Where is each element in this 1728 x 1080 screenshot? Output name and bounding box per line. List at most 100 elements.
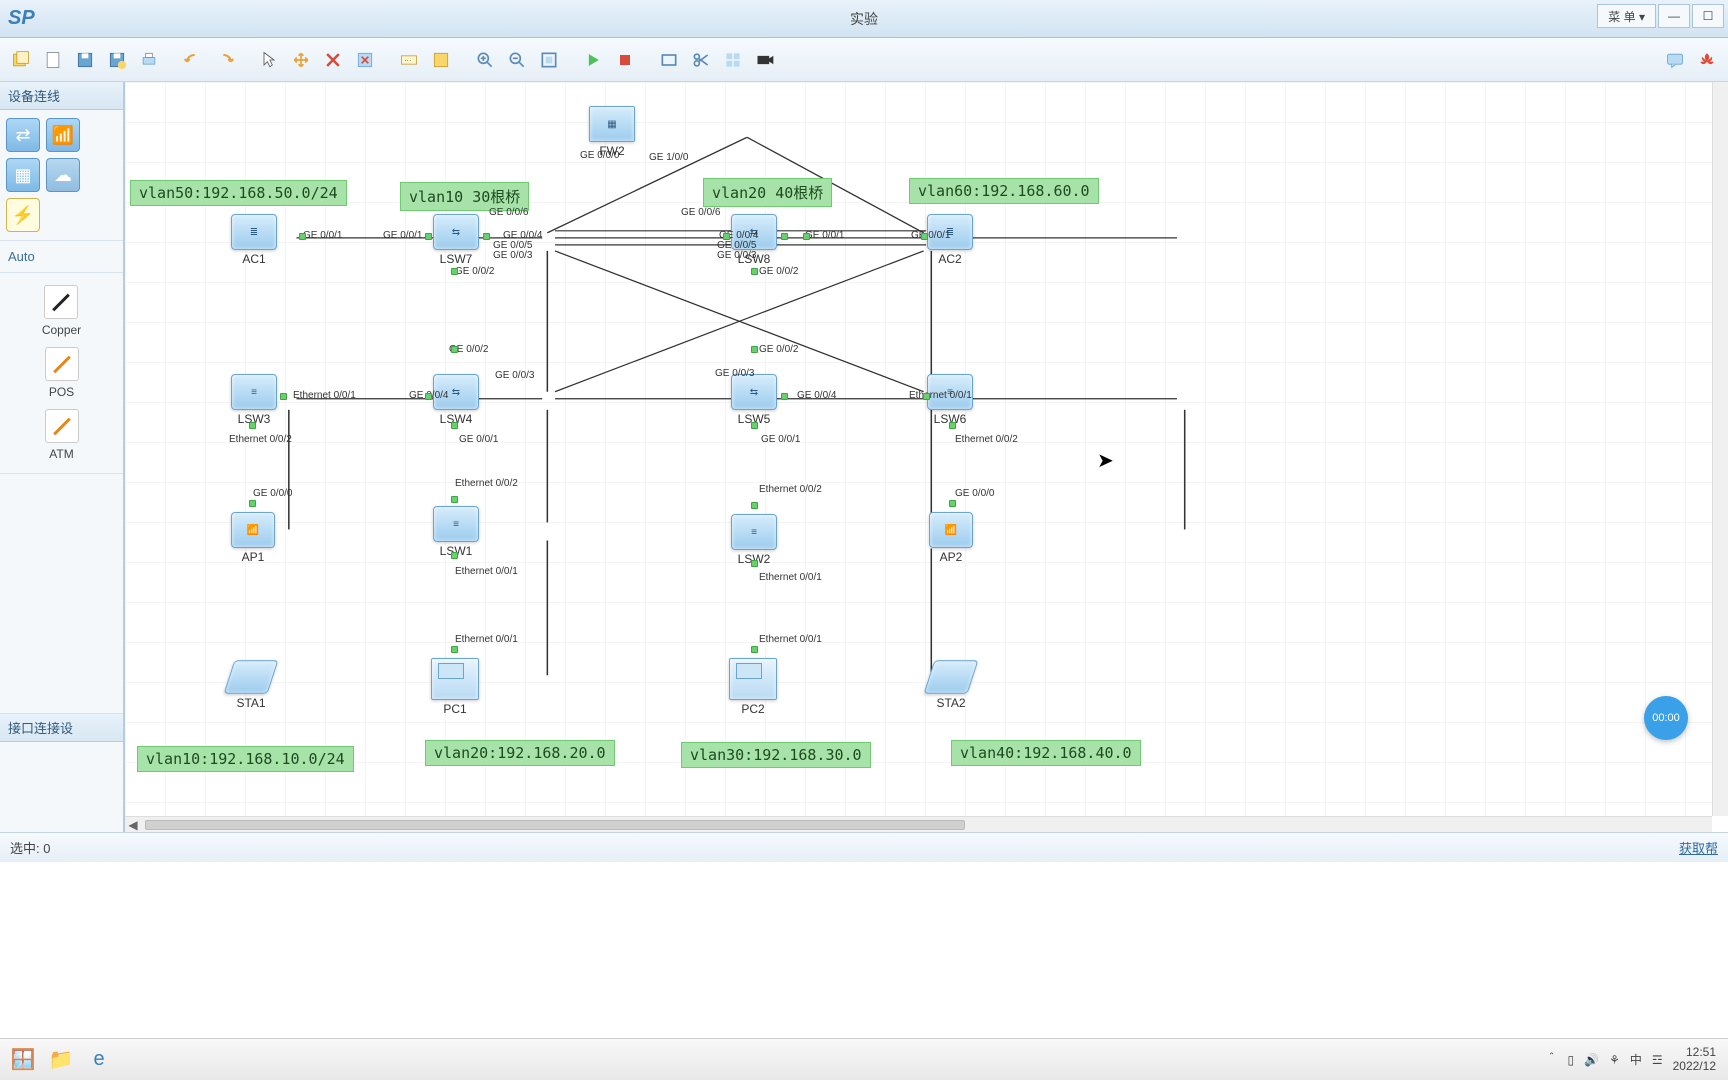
port-label: GE 0/0/1 <box>761 434 800 445</box>
statusbar-help-link[interactable]: 获取帮 <box>1679 838 1718 857</box>
taskbar-clock[interactable]: 12:51 2022/12 <box>1673 1046 1722 1072</box>
note-vlan50[interactable]: vlan50:192.168.50.0/24 <box>130 180 347 206</box>
note-vlan10[interactable]: vlan10:192.168.10.0/24 <box>137 746 354 772</box>
sidebar-panel-title: 设备连线 <box>0 82 123 110</box>
delete-icon[interactable] <box>318 45 348 75</box>
note-vlan40[interactable]: vlan40:192.168.40.0 <box>951 740 1141 766</box>
firewall-category-icon[interactable]: ▦ <box>6 158 40 192</box>
clear-icon[interactable] <box>350 45 380 75</box>
port-label: GE 0/0/1 <box>805 230 844 241</box>
zoomin-icon[interactable] <box>470 45 500 75</box>
cable-pos-label: POS <box>49 385 74 399</box>
palette-icon[interactable] <box>426 45 456 75</box>
node-ac1[interactable]: ≣AC1 <box>231 214 277 266</box>
cable-atm-label: ATM <box>49 447 73 461</box>
port-label: GE 0/0/1 <box>459 434 498 445</box>
node-lsw3[interactable]: ≡LSW3 <box>231 374 277 426</box>
taskbar-app3-icon[interactable]: e <box>82 1043 116 1077</box>
grid-icon[interactable] <box>718 45 748 75</box>
sidebar-bottom-title: 接口连接设 <box>0 714 123 742</box>
cam-icon[interactable] <box>750 45 780 75</box>
port-label: GE 0/0/1 <box>383 230 422 241</box>
window-controls: 菜 单 ▾ — ☐ <box>1597 4 1724 28</box>
scissors-icon[interactable] <box>686 45 716 75</box>
sidebar: 设备连线 ⇄ 📶 ▦ ☁ ⚡ Auto Copper POS ATM 接 <box>0 82 125 832</box>
maximize-button[interactable]: ☐ <box>1692 4 1724 28</box>
auto-select[interactable]: Auto <box>0 240 123 272</box>
tray-network-icon[interactable]: ▯ <box>1568 1053 1575 1067</box>
pan-icon[interactable] <box>286 45 316 75</box>
node-lsw1[interactable]: ≡LSW1 <box>433 506 479 558</box>
saveas-icon[interactable] <box>102 45 132 75</box>
port-label: GE 0/0/0 <box>253 488 292 499</box>
new-file-icon[interactable] <box>38 45 68 75</box>
note-vlan30[interactable]: vlan30:192.168.30.0 <box>681 742 871 768</box>
svg-text:···: ··· <box>404 55 412 64</box>
vertical-scrollbar[interactable] <box>1712 82 1728 816</box>
node-lsw7[interactable]: ⇆LSW7 <box>433 214 479 266</box>
node-pc2[interactable]: PC2 <box>729 658 777 716</box>
scroll-left-arrow[interactable]: ◀ <box>125 818 141 832</box>
wlan-category-icon[interactable]: 📶 <box>46 118 80 152</box>
zoomout-icon[interactable] <box>502 45 532 75</box>
cable-copper-icon <box>44 285 78 319</box>
new-topo-icon[interactable] <box>6 45 36 75</box>
port-label: Ethernet 0/0/2 <box>759 484 822 495</box>
tray-ime[interactable]: 中 <box>1630 1051 1642 1068</box>
text-icon[interactable]: ··· <box>394 45 424 75</box>
undo-icon[interactable] <box>178 45 208 75</box>
tray-chevron-icon[interactable]: ＾ <box>1545 1051 1557 1068</box>
cable-list: Copper POS ATM <box>0 272 123 473</box>
node-ap1[interactable]: 📶AP1 <box>231 512 275 564</box>
tray-kb-icon[interactable]: ☲ <box>1652 1053 1663 1067</box>
main-area: 设备连线 ⇄ 📶 ▦ ☁ ⚡ Auto Copper POS ATM 接 <box>0 82 1728 832</box>
tray-volume-icon[interactable]: 🔊 <box>1584 1053 1599 1067</box>
port-label: GE 0/0/4 <box>797 390 836 401</box>
port-label: GE 0/0/3 <box>715 368 754 379</box>
chat-icon[interactable] <box>1660 45 1690 75</box>
topology-canvas[interactable]: vlan50:192.168.50.0/24 vlan10 30根桥 vlan2… <box>125 82 1712 816</box>
start-icon[interactable] <box>578 45 608 75</box>
device-category-grid: ⇄ 📶 ▦ ☁ ⚡ <box>0 110 123 240</box>
save-icon[interactable] <box>70 45 100 75</box>
tray-wifi-icon[interactable]: ⚘ <box>1609 1053 1620 1067</box>
port-label: GE 0/0/3 <box>493 250 532 261</box>
print-icon[interactable] <box>134 45 164 75</box>
node-pc1[interactable]: PC1 <box>431 658 479 716</box>
pointer-icon[interactable] <box>254 45 284 75</box>
redo-icon[interactable] <box>210 45 240 75</box>
router-category-icon[interactable]: ⇄ <box>6 118 40 152</box>
system-tray: ＾ ▯ 🔊 ⚘ 中 ☲ 12:51 2022/12 <box>1545 1046 1722 1072</box>
node-sta1[interactable]: STA1 <box>229 660 273 710</box>
cable-pos[interactable]: POS <box>41 343 83 403</box>
taskbar-app1-icon[interactable]: 🪟 <box>6 1043 40 1077</box>
statusbar: 选中: 0 获取帮 <box>0 832 1728 862</box>
cable-copper[interactable]: Copper <box>38 281 85 341</box>
taskbar-app2-icon[interactable]: 📁 <box>44 1043 78 1077</box>
cable-atm-icon <box>45 409 79 443</box>
connection-category-icon[interactable]: ⚡ <box>6 198 40 232</box>
note-vlan20[interactable]: vlan20:192.168.20.0 <box>425 740 615 766</box>
capture-icon[interactable] <box>654 45 684 75</box>
node-lsw2[interactable]: ≡LSW2 <box>731 514 777 566</box>
huawei-logo-icon[interactable] <box>1692 45 1722 75</box>
note-vlan60[interactable]: vlan60:192.168.60.0 <box>909 178 1099 204</box>
node-ap2[interactable]: 📶AP2 <box>929 512 973 564</box>
minimize-button[interactable]: — <box>1658 4 1690 28</box>
timer-badge[interactable]: 00:00 <box>1644 696 1688 740</box>
node-lsw5[interactable]: ⇆LSW5 <box>731 374 777 426</box>
port-label: Ethernet 0/0/2 <box>229 434 292 445</box>
node-sta2[interactable]: STA2 <box>929 660 973 710</box>
clock-time: 12:51 <box>1673 1046 1716 1059</box>
hscroll-thumb[interactable] <box>145 820 965 830</box>
stop-icon[interactable] <box>610 45 640 75</box>
menu-button[interactable]: 菜 单 ▾ <box>1597 4 1656 28</box>
note-vlan20-root[interactable]: vlan20 40根桥 <box>703 178 832 207</box>
port-label: GE 0/0/2 <box>455 266 494 277</box>
cloud-category-icon[interactable]: ☁ <box>46 158 80 192</box>
fit-icon[interactable] <box>534 45 564 75</box>
cable-atm[interactable]: ATM <box>41 405 83 465</box>
main-toolbar: ··· <box>0 38 1728 82</box>
horizontal-scrollbar[interactable]: ◀ <box>125 816 1712 832</box>
clock-date: 2022/12 <box>1673 1060 1716 1073</box>
